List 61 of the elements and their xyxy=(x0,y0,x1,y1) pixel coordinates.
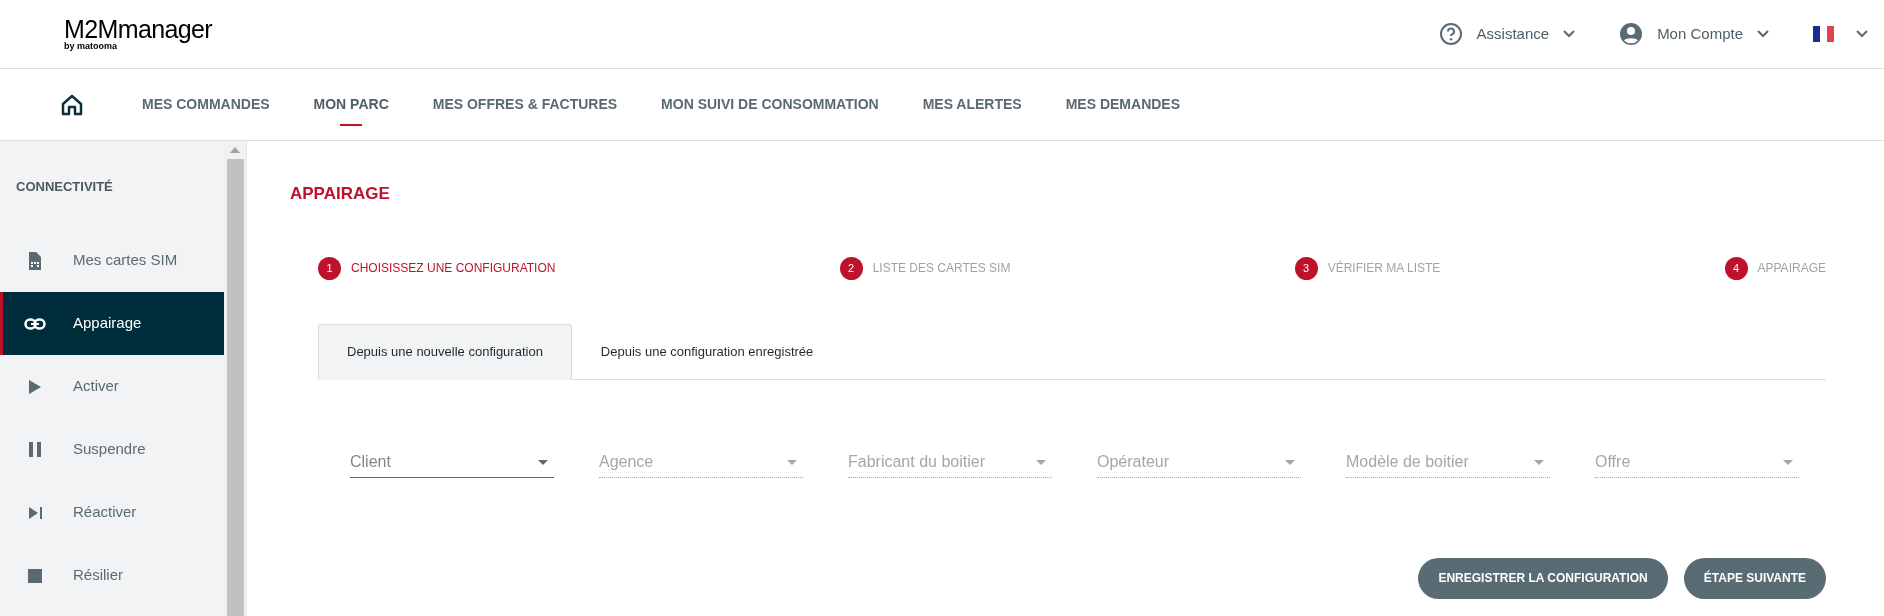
link-icon xyxy=(24,317,46,330)
sidebar-title: CONNECTIVITÉ xyxy=(15,178,114,196)
dropdown-arrow-icon xyxy=(1036,459,1046,465)
nav-tab[interactable]: MES OFFRES & FACTURES xyxy=(410,69,640,140)
step-number: 4 xyxy=(1724,256,1748,280)
dropdown-field: Modèle de boitier xyxy=(1346,447,1550,478)
scrollbar[interactable] xyxy=(224,141,246,616)
logo-byline: by matooma xyxy=(64,42,117,51)
chevron-down-icon xyxy=(1563,30,1576,38)
language-selector[interactable] xyxy=(1813,26,1868,42)
step-number: 1 xyxy=(318,256,341,280)
dropdown-field: Fabricant du boitier xyxy=(848,447,1052,478)
dropdown-arrow-icon xyxy=(1534,459,1544,465)
step-label: APPAIRAGE xyxy=(1757,260,1826,277)
stop-icon xyxy=(28,568,42,583)
help-icon xyxy=(1438,22,1463,46)
chevron-down-icon xyxy=(1856,30,1868,38)
nav-tab[interactable]: MES DEMANDES xyxy=(1043,69,1203,140)
dropdown-field: Opérateur xyxy=(1097,447,1301,478)
sim-card-icon xyxy=(27,251,43,270)
dropdown-field: Offre xyxy=(1595,447,1799,478)
active-underline xyxy=(340,124,363,126)
pause-icon xyxy=(29,442,41,457)
page-title: APPAIRAGE xyxy=(290,183,391,205)
nav-tab[interactable]: MON SUIVI DE CONSOMMATION xyxy=(639,69,901,140)
home-icon xyxy=(60,92,84,117)
menu-button[interactable]: Mon Compte xyxy=(1619,22,1769,46)
play-icon xyxy=(29,379,41,394)
sidebar-item[interactable]: Réactiver xyxy=(0,481,224,544)
flag-icon xyxy=(1813,26,1834,42)
step-label: VÉRIFIER MA LISTE xyxy=(1327,259,1441,277)
sidebar-item[interactable]: Résilier xyxy=(0,544,224,607)
logo-text: M2Mmanager xyxy=(64,17,212,42)
sidebar-item[interactable]: Appairage xyxy=(0,292,224,355)
chevron-down-icon xyxy=(1757,30,1769,38)
nav-tab[interactable]: MON PARC xyxy=(291,69,411,140)
account-icon xyxy=(1619,22,1644,46)
dropdown-arrow-icon xyxy=(1285,459,1295,465)
sidebar-item[interactable]: Activer xyxy=(0,355,224,418)
tab[interactable]: Depuis une nouvelle configuration xyxy=(318,323,572,380)
home-button[interactable] xyxy=(60,92,84,117)
dropdown-arrow-icon xyxy=(538,459,548,465)
action-button[interactable]: ÉTAPE SUIVANTE xyxy=(1683,557,1826,599)
sidebar-item[interactable]: Mes cartes SIM xyxy=(0,229,224,292)
dropdown-arrow-icon xyxy=(1783,459,1793,465)
step-label: CHOISISSEZ UNE CONFIGURATION xyxy=(351,260,556,277)
step-number: 3 xyxy=(1294,256,1318,280)
scrollbar-thumb[interactable] xyxy=(226,159,244,616)
sidebar-item[interactable]: Suspendre xyxy=(0,418,224,481)
dropdown-field: Agence xyxy=(599,447,803,478)
tab[interactable]: Depuis une configuration enregistrée xyxy=(571,323,843,380)
skip-next-icon xyxy=(28,506,42,519)
nav-tab[interactable]: MES ALERTES xyxy=(900,69,1044,140)
step-label: LISTE DES CARTES SIM xyxy=(872,260,1011,277)
scroll-up-icon[interactable] xyxy=(230,147,240,153)
dropdown-arrow-icon xyxy=(787,459,797,465)
dropdown-field[interactable]: Client xyxy=(350,447,554,478)
step-number: 2 xyxy=(839,256,863,280)
action-button[interactable]: ENREGISTRER LA CONFIGURATION xyxy=(1418,557,1668,599)
menu-button[interactable]: Assistance xyxy=(1438,22,1576,46)
nav-tab[interactable]: MES COMMANDES xyxy=(120,69,292,140)
